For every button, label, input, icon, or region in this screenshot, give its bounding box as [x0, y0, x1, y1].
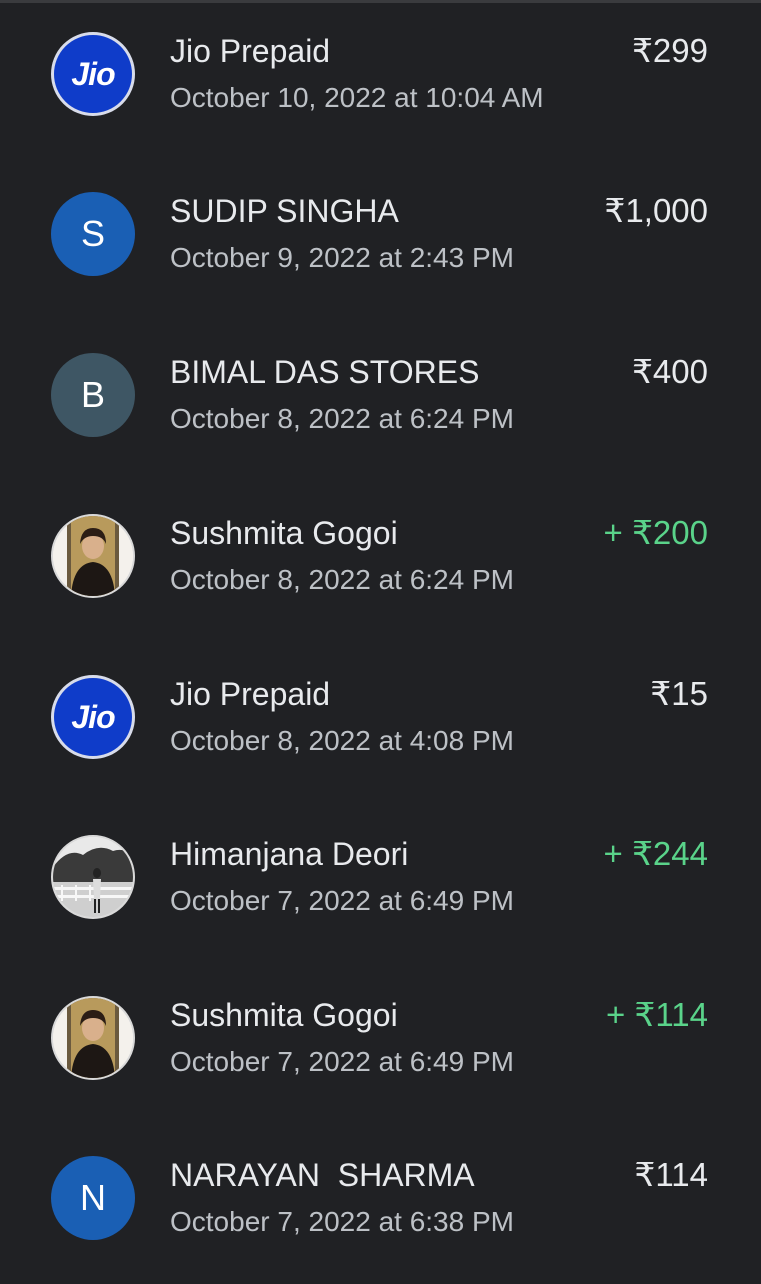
transaction-date: October 8, 2022 at 6:24 PM — [170, 564, 514, 595]
letter-avatar: N — [51, 1156, 135, 1240]
transaction-amount: ₹1,000 — [604, 192, 708, 229]
jio-logo-avatar: Jio — [51, 675, 135, 759]
transaction-row[interactable]: Jio Jio Prepaid October 10, 2022 at 10:0… — [0, 0, 761, 160]
payee-name: Jio Prepaid — [170, 33, 331, 69]
profile-photo-avatar — [51, 835, 135, 919]
transaction-row[interactable]: Himanjana Deori October 7, 2022 at 6:49 … — [0, 803, 761, 963]
transaction-row[interactable]: Sushmita Gogoi October 7, 2022 at 6:49 P… — [0, 964, 761, 1124]
payee-name: SUDIP SINGHA — [170, 193, 399, 229]
transaction-amount: ₹400 — [631, 353, 708, 390]
payee-name: Sushmita Gogoi — [170, 997, 398, 1033]
transaction-row[interactable]: Jio Jio Prepaid October 8, 2022 at 4:08 … — [0, 643, 761, 803]
transaction-row[interactable]: S SUDIP SINGHA October 9, 2022 at 2:43 P… — [0, 160, 761, 320]
transaction-row[interactable]: B BIMAL DAS STORES October 8, 2022 at 6:… — [0, 321, 761, 481]
avatar-initial: S — [80, 213, 105, 254]
transaction-date: October 7, 2022 at 6:49 PM — [170, 885, 514, 916]
avatar-initial: N — [80, 1177, 106, 1218]
transaction-row[interactable]: N NARAYAN SHARMA October 7, 2022 at 6:38… — [0, 1124, 761, 1284]
transaction-row[interactable]: Sushmita Gogoi October 8, 2022 at 6:24 P… — [0, 482, 761, 642]
letter-avatar: S — [51, 192, 135, 276]
avatar-initial: B — [80, 374, 105, 415]
transaction-date: October 8, 2022 at 4:08 PM — [170, 725, 514, 756]
transaction-amount: ₹114 — [634, 1156, 708, 1193]
transaction-amount: + ₹244 — [603, 835, 709, 872]
payee-name: Jio Prepaid — [170, 676, 331, 712]
person-photo-icon — [53, 516, 133, 596]
profile-photo-avatar — [51, 514, 135, 598]
payee-name: NARAYAN SHARMA — [170, 1157, 475, 1193]
letter-avatar: B — [51, 353, 135, 437]
transaction-date: October 9, 2022 at 2:43 PM — [170, 242, 514, 273]
transaction-date: October 7, 2022 at 6:38 PM — [170, 1206, 514, 1237]
transaction-date: October 10, 2022 at 10:04 AM — [170, 82, 544, 113]
jio-logo-avatar: Jio — [51, 32, 135, 116]
transaction-amount: ₹299 — [631, 32, 708, 69]
payee-name: Sushmita Gogoi — [170, 515, 398, 551]
transaction-date: October 8, 2022 at 6:24 PM — [170, 403, 514, 434]
transaction-amount: ₹15 — [650, 675, 708, 712]
transaction-amount: + ₹200 — [603, 514, 709, 551]
transaction-date: October 7, 2022 at 6:49 PM — [170, 1046, 514, 1077]
jio-logo-text: Jio — [71, 698, 115, 735]
payee-name: Himanjana Deori — [170, 836, 409, 872]
landscape-photo-icon — [53, 837, 133, 917]
payee-name: BIMAL DAS STORES — [170, 354, 480, 390]
profile-photo-avatar — [51, 996, 135, 1080]
transaction-amount: + ₹114 — [605, 996, 708, 1033]
jio-logo-text: Jio — [71, 55, 115, 92]
person-photo-icon — [53, 998, 133, 1078]
